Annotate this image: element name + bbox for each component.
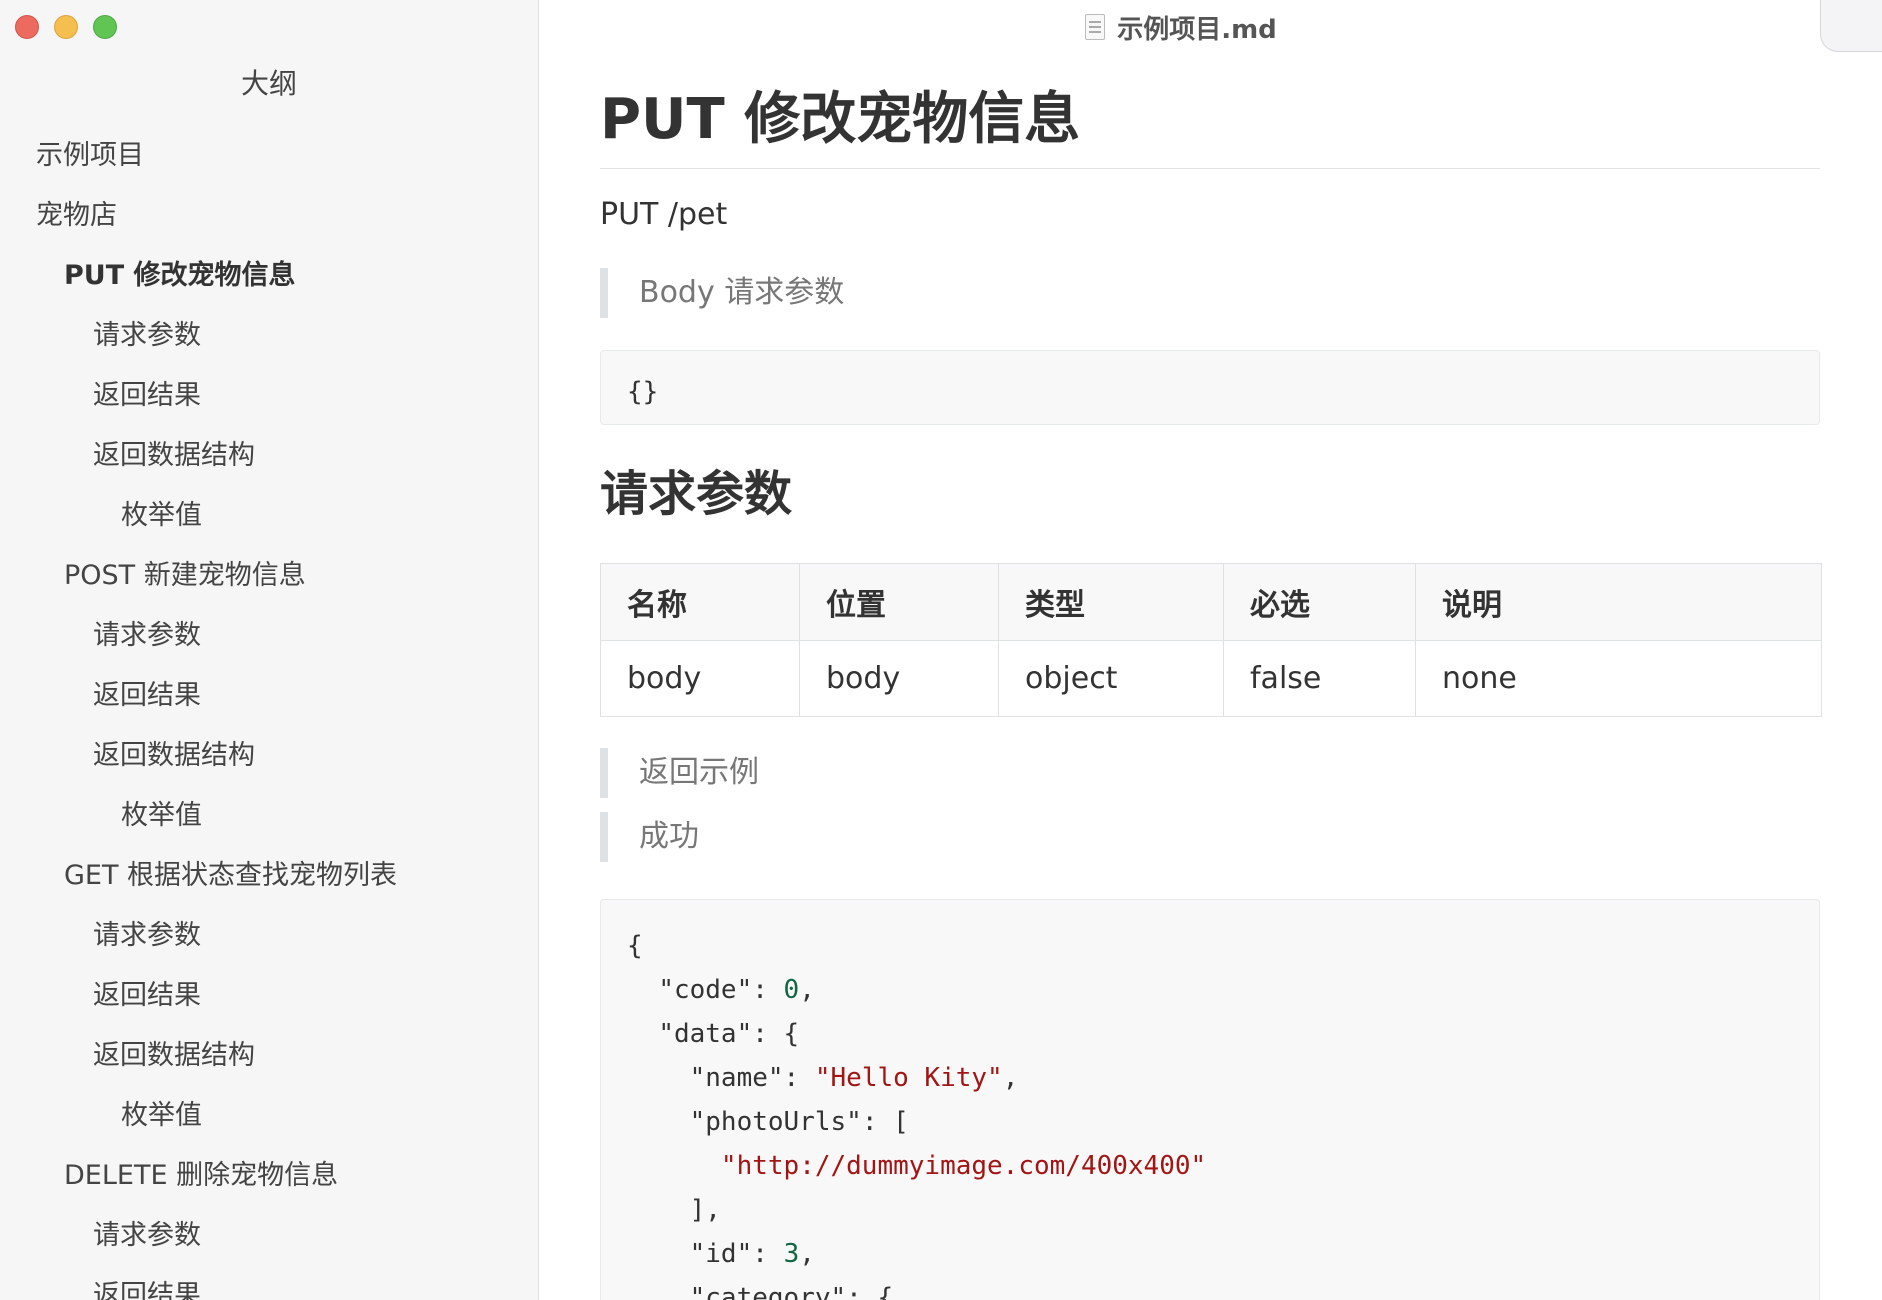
outline-item[interactable]: 请求参数 bbox=[0, 1206, 538, 1266]
endpoint-path: PUT /pet bbox=[600, 197, 728, 232]
example-quote: 返回示例 bbox=[600, 748, 1820, 798]
json-key: "data" bbox=[658, 1019, 753, 1049]
table-cell: body bbox=[600, 640, 800, 717]
params-table: 名称 位置 类型 必选 说明 body body object false no… bbox=[600, 563, 1822, 717]
sidebar-title: 大纲 bbox=[240, 67, 297, 100]
outline-item[interactable]: 枚举值 bbox=[0, 1086, 538, 1146]
col-header-required: 必选 bbox=[1223, 563, 1416, 641]
json-string: "http://dummyimage.com/400x400" bbox=[720, 1151, 1207, 1181]
col-header-location: 位置 bbox=[799, 563, 999, 641]
document-title-group: 示例项目.md bbox=[1085, 9, 1277, 46]
col-header-type: 类型 bbox=[998, 563, 1224, 641]
table-cell: object bbox=[998, 640, 1224, 717]
outline-item[interactable]: 返回结果 bbox=[0, 666, 538, 726]
json-number: 0 bbox=[783, 975, 800, 1005]
window-controls bbox=[15, 15, 132, 39]
outline-item[interactable]: 返回结果 bbox=[0, 1266, 538, 1300]
outline-item[interactable]: 枚举值 bbox=[0, 486, 538, 546]
title-bar: 示例项目.md bbox=[539, 0, 1882, 54]
document-title: 示例项目.md bbox=[1117, 14, 1277, 45]
example-quote-text: 返回示例 bbox=[639, 755, 759, 790]
outline-item[interactable]: GET 根据状态查找宠物列表 bbox=[0, 846, 538, 906]
json-string: "Hello Kity" bbox=[814, 1063, 1003, 1093]
outline-item[interactable]: 枚举值 bbox=[0, 786, 538, 846]
outline-list: 示例项目 宠物店 PUT 修改宠物信息 请求参数 返回结果 返回数据结构 枚举值 POST 新… bbox=[0, 126, 538, 1300]
table-cell: body bbox=[799, 640, 999, 717]
table-header-row: 名称 位置 类型 必选 说明 bbox=[600, 563, 1822, 641]
json-key: "id" bbox=[689, 1239, 753, 1269]
outline-item[interactable]: 请求参数 bbox=[0, 606, 538, 666]
body-params-quote: Body 请求参数 bbox=[600, 268, 1820, 318]
json-key: "category" bbox=[689, 1283, 847, 1300]
outline-sidebar: 大纲 示例项目 宠物店 PUT 修改宠物信息 请求参数 返回结果 返回数据结构 枚举值 POS… bbox=[0, 0, 539, 1300]
json-key: "name" bbox=[689, 1063, 784, 1093]
success-quote: 成功 bbox=[600, 812, 1820, 862]
outline-item[interactable]: 示例项目 bbox=[0, 126, 538, 186]
response-code-block[interactable]: { "code": 0, "data": { "name": "Hello Ki… bbox=[600, 899, 1820, 1300]
table-row: body body object false none bbox=[600, 640, 1822, 717]
body-code-block[interactable]: {} bbox=[600, 350, 1820, 425]
json-brace: { bbox=[627, 931, 643, 961]
params-heading: 请求参数 bbox=[600, 466, 793, 522]
corner-widget[interactable] bbox=[1820, 0, 1882, 52]
document-content[interactable]: PUT 修改宠物信息 PUT /pet Body 请求参数 {} 请求参数 名称… bbox=[600, 84, 1822, 1300]
table-cell: false bbox=[1223, 640, 1416, 717]
document-icon bbox=[1085, 14, 1106, 40]
col-header-description: 说明 bbox=[1415, 563, 1822, 641]
body-code-text: {} bbox=[627, 377, 659, 407]
outline-item[interactable]: DELETE 删除宠物信息 bbox=[0, 1146, 538, 1206]
outline-item[interactable]: 返回结果 bbox=[0, 966, 538, 1026]
page-heading: PUT 修改宠物信息 bbox=[600, 84, 1820, 169]
close-window-button[interactable] bbox=[15, 15, 39, 39]
json-number: 3 bbox=[783, 1239, 800, 1269]
col-header-name: 名称 bbox=[600, 563, 800, 641]
outline-item[interactable]: 宠物店 bbox=[0, 186, 538, 246]
outline-item[interactable]: 返回数据结构 bbox=[0, 426, 538, 486]
outline-item[interactable]: 返回数据结构 bbox=[0, 1026, 538, 1086]
json-key: "code" bbox=[658, 975, 753, 1005]
outline-item[interactable]: 返回结果 bbox=[0, 366, 538, 426]
outline-item[interactable]: 返回数据结构 bbox=[0, 726, 538, 786]
outline-item[interactable]: 请求参数 bbox=[0, 306, 538, 366]
outline-item[interactable]: 请求参数 bbox=[0, 906, 538, 966]
maximize-window-button[interactable] bbox=[93, 15, 117, 39]
outline-item[interactable]: POST 新建宠物信息 bbox=[0, 546, 538, 606]
body-params-quote-text: Body 请求参数 bbox=[639, 275, 845, 310]
json-key: "photoUrls" bbox=[689, 1107, 862, 1137]
editor-area: 示例项目.md PUT 修改宠物信息 PUT /pet Body 请求参数 {}… bbox=[539, 0, 1882, 1300]
table-cell: none bbox=[1415, 640, 1822, 717]
outline-item[interactable]: PUT 修改宠物信息 bbox=[0, 246, 538, 306]
success-quote-text: 成功 bbox=[639, 819, 699, 854]
minimize-window-button[interactable] bbox=[54, 15, 78, 39]
